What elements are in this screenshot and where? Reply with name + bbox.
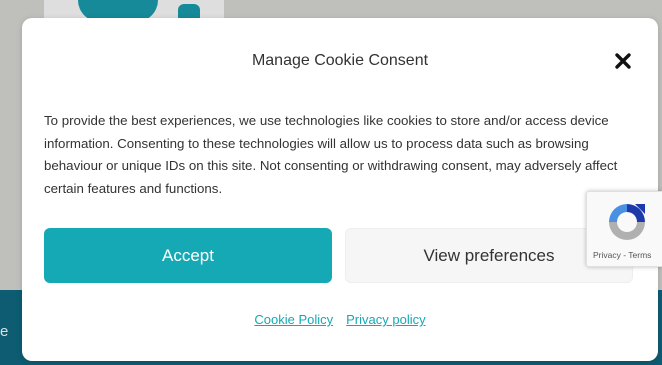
recaptcha-icon (609, 204, 645, 240)
privacy-policy-link[interactable]: Privacy policy (346, 312, 425, 327)
close-button[interactable] (612, 50, 634, 72)
accept-button[interactable]: Accept (44, 228, 332, 283)
modal-title: Manage Cookie Consent (251, 52, 429, 69)
cookie-consent-modal: Manage Cookie Consent To provide the bes… (22, 18, 658, 361)
consent-message: To provide the best experiences, we use … (44, 113, 618, 196)
cookie-policy-link[interactable]: Cookie Policy (254, 312, 333, 327)
recaptcha-badge[interactable]: Privacy - Terms (586, 191, 662, 267)
close-icon (615, 53, 631, 69)
policy-links: Cookie Policy Privacy policy (22, 312, 658, 327)
recaptcha-text[interactable]: Privacy - Terms (593, 250, 651, 260)
